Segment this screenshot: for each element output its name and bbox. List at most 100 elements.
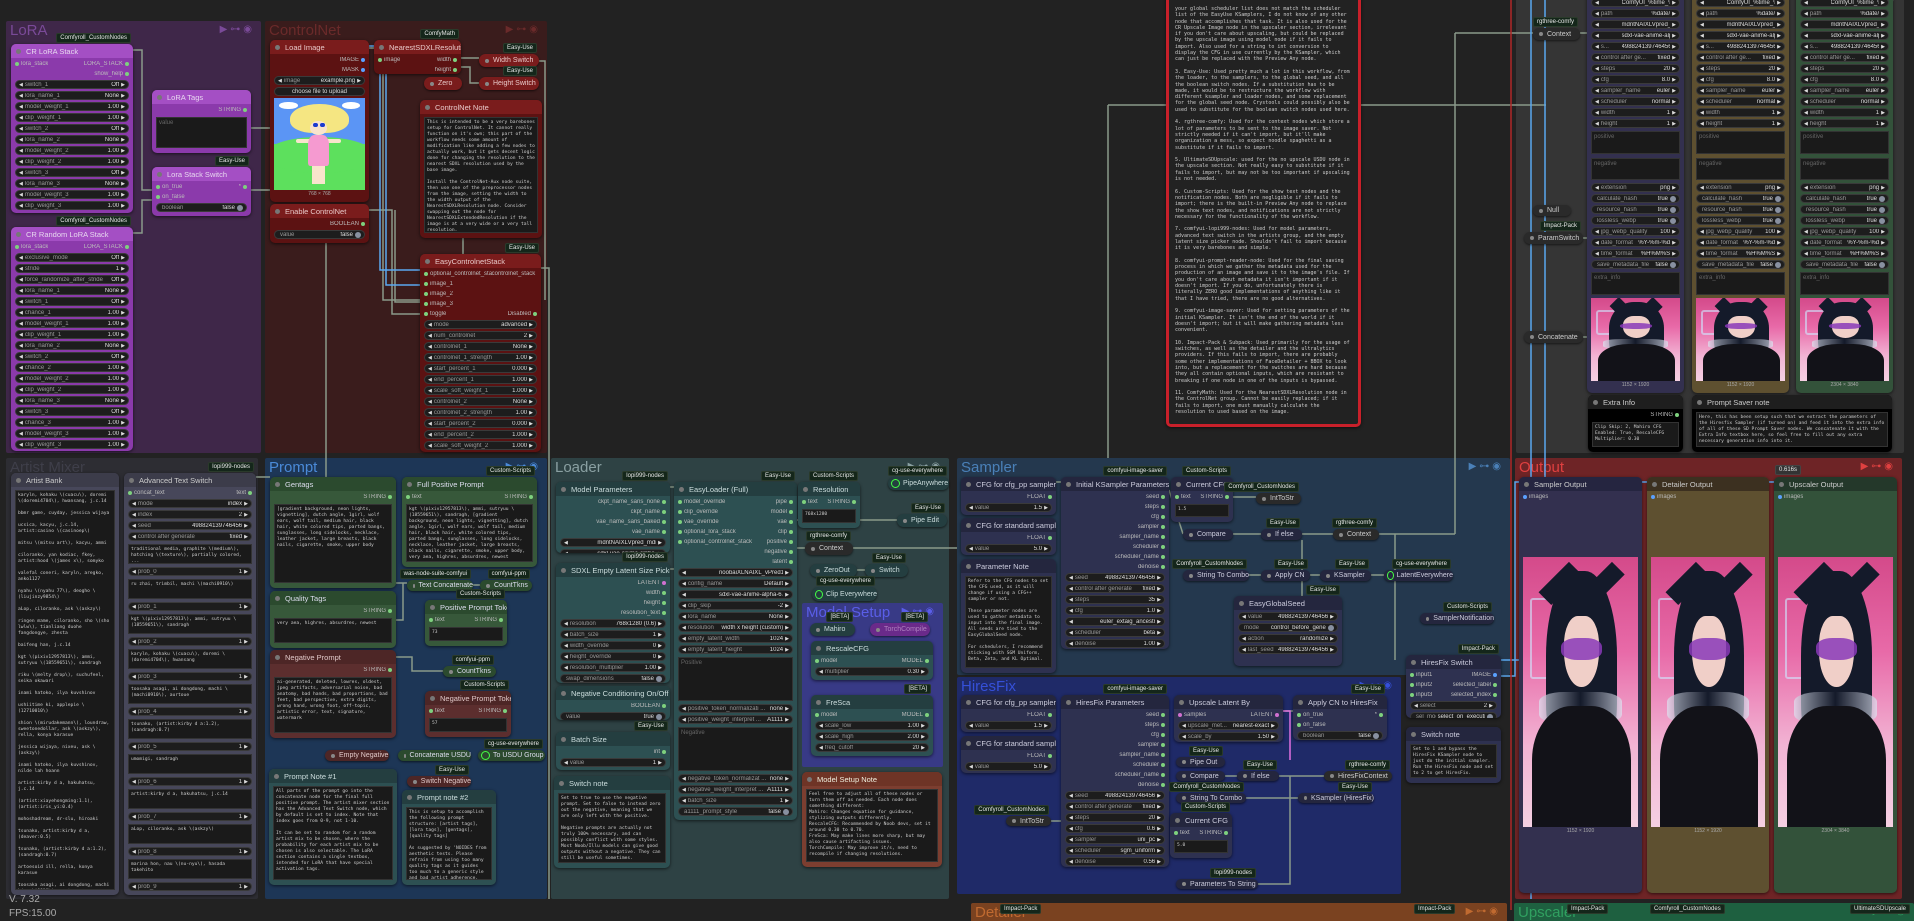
decrement-arrow-icon[interactable]: ◀: [19, 170, 23, 176]
value-widget[interactable]: ◀ scheduler normal ▶: [1696, 97, 1785, 106]
value-widget[interactable]: ◀ steps 20 ▶: [1696, 64, 1785, 73]
output-pin-icon[interactable]: [662, 591, 666, 595]
value-widget[interactable]: ◀ empty_latent_width 1024 ▶: [678, 634, 793, 643]
node-header[interactable]: RescaleCFG: [811, 641, 933, 655]
decrement-arrow-icon[interactable]: ◀: [819, 723, 823, 729]
value-widget[interactable]: ◀ sampler_name euler ▶: [1696, 86, 1785, 95]
collapse-dot-icon[interactable]: [1697, 399, 1702, 405]
value-widget[interactable]: ◀ prob_7 1 ▶: [128, 812, 252, 821]
collapse-dot-icon[interactable]: [816, 645, 821, 651]
value-widget[interactable]: ◀ switch_1 Off ▶: [15, 80, 129, 89]
decrement-arrow-icon[interactable]: ◀: [564, 551, 568, 554]
output-slot[interactable]: clip: [778, 529, 793, 535]
value-widget[interactable]: ◀ seed 498824139746456 ▶: [1065, 573, 1165, 582]
node-nearest-sdxl[interactable]: NearestSDXLResolutionComfyMathimagewidth…: [374, 29, 461, 74]
output-slot[interactable]: width: [437, 57, 457, 63]
node-header[interactable]: EasyLoader (Full): [674, 482, 797, 496]
node-cr-random-lora-stack[interactable]: CR Random LoRA Stack Comfyroll_CustomNode…: [11, 216, 133, 451]
value-widget[interactable]: ◀ controlnet_1 None ▶: [424, 342, 537, 351]
value-widget[interactable]: ◀ stride 1 ▶: [15, 264, 129, 273]
input-pin-icon[interactable]: [15, 245, 19, 249]
increment-arrow-icon[interactable]: ▶: [244, 523, 248, 529]
collapse-dot-icon[interactable]: [871, 568, 875, 573]
value-widget[interactable]: ◀ width_override 0 ▶: [560, 641, 666, 650]
text-area[interactable]: Set to true to use the negative prompt. …: [558, 793, 666, 863]
increment-arrow-icon[interactable]: ▶: [1044, 505, 1048, 511]
decrement-arrow-icon[interactable]: ◀: [1700, 110, 1704, 116]
node-sampler-notification[interactable]: SamplerNotification Custom-Scripts: [1420, 602, 1494, 624]
output-pin-icon[interactable]: [388, 495, 392, 499]
increment-arrow-icon[interactable]: ▶: [1777, 66, 1781, 72]
toggle-widget[interactable]: swap_dimensions false: [560, 674, 666, 683]
collapse-dot-icon[interactable]: [1182, 796, 1186, 800]
broadcast-ring-icon[interactable]: [815, 589, 824, 599]
input-pin-icon[interactable]: [1174, 831, 1178, 835]
input-pin-icon[interactable]: [424, 282, 428, 286]
output-pin-icon[interactable]: [361, 222, 365, 226]
output-pin-icon[interactable]: [243, 185, 247, 189]
output-slot[interactable]: cfg: [1151, 514, 1165, 520]
output-slot[interactable]: ckpt_name_sans_none: [598, 499, 666, 505]
node-header[interactable]: EasyControlnetStack: [420, 254, 541, 268]
increment-arrow-icon[interactable]: ▶: [1672, 240, 1676, 246]
node-header[interactable]: Switch note: [1406, 727, 1501, 741]
output-pin-icon[interactable]: [1048, 495, 1052, 499]
output-pin-icon[interactable]: [1161, 565, 1165, 569]
decrement-arrow-icon[interactable]: ◀: [1595, 121, 1599, 127]
increment-arrow-icon[interactable]: ▶: [244, 604, 248, 610]
increment-arrow-icon[interactable]: ▶: [1672, 55, 1676, 61]
decrement-arrow-icon[interactable]: ◀: [1069, 586, 1073, 592]
collapse-dot-icon[interactable]: [1304, 796, 1307, 800]
node-header[interactable]: Model Parameters: [556, 482, 670, 496]
decrement-arrow-icon[interactable]: ◀: [19, 266, 23, 272]
output-slot[interactable]: BOOLEAN: [631, 703, 666, 709]
decrement-arrow-icon[interactable]: ◀: [1595, 55, 1599, 61]
output-slot[interactable]: LORA_STACK: [84, 244, 129, 250]
text-area[interactable]: This is intended to be a very barebones …: [424, 117, 538, 233]
value-widget[interactable]: ◀ switch_2 Off ▶: [15, 124, 129, 133]
node-saver-1[interactable]: ◀ComfyUI_%time_%seed_...▶◀path%date/▶◀md…: [1587, 0, 1684, 393]
output-slot[interactable]: MODEL: [902, 712, 929, 718]
collapse-dot-icon[interactable]: [816, 627, 820, 632]
increment-arrow-icon[interactable]: ▶: [121, 126, 125, 132]
collapse-dot-icon[interactable]: [1012, 819, 1016, 823]
increment-arrow-icon[interactable]: ▶: [658, 621, 662, 627]
decrement-arrow-icon[interactable]: ◀: [682, 647, 686, 653]
increment-arrow-icon[interactable]: ▶: [785, 625, 789, 631]
increment-arrow-icon[interactable]: ▶: [121, 203, 125, 209]
toggle-knob-icon[interactable]: [1670, 195, 1676, 202]
toggle-widget[interactable]: resource_hash true: [1591, 205, 1680, 215]
decrement-arrow-icon[interactable]: ◀: [1804, 11, 1808, 17]
node-switch-note[interactable]: Switch note Set to true to use the negati…: [554, 776, 670, 868]
decrement-arrow-icon[interactable]: ◀: [564, 665, 568, 671]
node-prompt-note-1[interactable]: Prompt Note #1 All parts of the prompt go…: [269, 769, 397, 885]
collapse-dot-icon[interactable]: [1262, 496, 1266, 501]
value-widget[interactable]: ◀ scheduler normal ▶: [1800, 97, 1889, 106]
node-header[interactable]: CFG for standard samplers: [961, 518, 1056, 532]
input-slot[interactable]: on_false: [1297, 722, 1326, 728]
increment-arrow-icon[interactable]: ▶: [1881, 55, 1885, 61]
node-saver-3[interactable]: ◀ComfyUI_%time_%seed_...▶◀path%date/▶◀md…: [1796, 0, 1893, 393]
collapse-dot-icon[interactable]: [1593, 399, 1598, 405]
node-header[interactable]: Upscale Latent By: [1174, 695, 1283, 709]
node-switch-note-hires[interactable]: Switch note Set to 1 and bypass the Hires…: [1406, 727, 1501, 783]
input-slot[interactable]: images: [1778, 494, 1803, 500]
collapse-dot-icon[interactable]: [1339, 532, 1343, 537]
value-widget[interactable]: ◀ cfg 8.0 ▶: [1591, 75, 1680, 84]
value-widget[interactable]: ◀ value 498824139746456 ▶: [1238, 612, 1338, 621]
node-switch-negative[interactable]: Switch Negative Easy-Use: [407, 765, 471, 787]
increment-arrow-icon[interactable]: ▶: [244, 512, 248, 518]
increment-arrow-icon[interactable]: ▶: [1881, 110, 1885, 116]
collapse-dot-icon[interactable]: [485, 58, 489, 63]
node-header[interactable]: CFG for cfg_pp samplers: [961, 477, 1056, 491]
output-pin-icon[interactable]: [1161, 495, 1165, 499]
increment-arrow-icon[interactable]: ▶: [529, 377, 533, 383]
increment-arrow-icon[interactable]: ▶: [1330, 614, 1334, 620]
toggle-widget[interactable]: calculate_hash true: [1591, 194, 1680, 204]
increment-arrow-icon[interactable]: ▶: [121, 354, 125, 360]
input-pin-icon[interactable]: [678, 500, 682, 504]
decrement-arrow-icon[interactable]: ◀: [1700, 66, 1704, 72]
value-widget[interactable]: ◀euler_extaig_ancestral_cfg_...▶: [1065, 617, 1165, 626]
value-widget[interactable]: ◀ s... 498824139746456 ▶: [1696, 42, 1785, 51]
output-pin-icon[interactable]: [662, 510, 666, 514]
